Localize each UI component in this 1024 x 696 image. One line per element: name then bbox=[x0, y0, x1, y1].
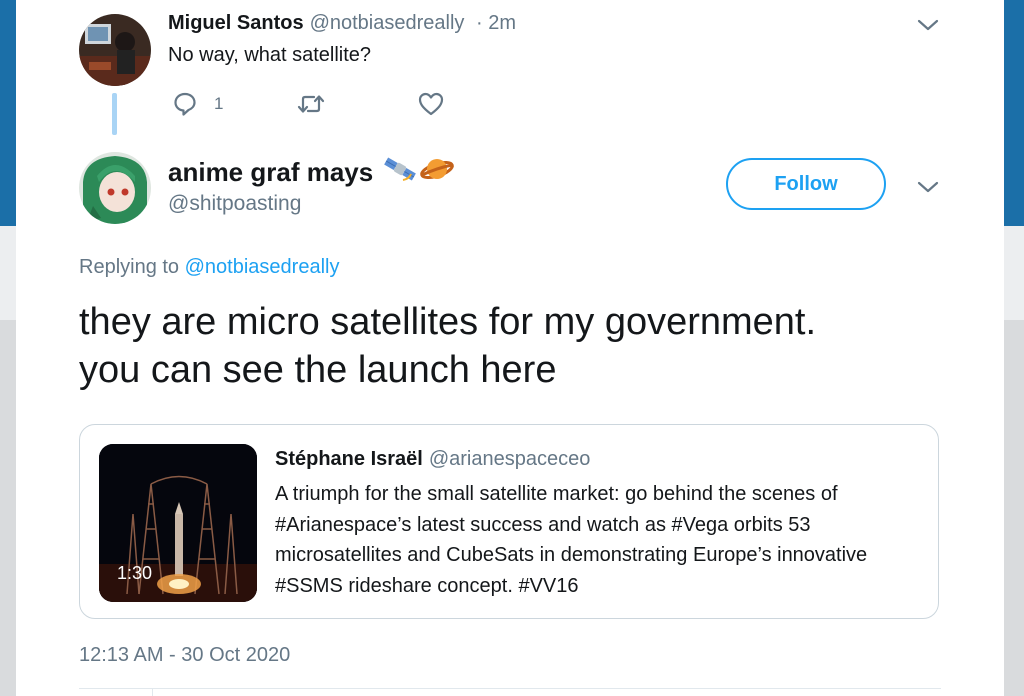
retweet-icon bbox=[297, 95, 325, 121]
video-thumbnail[interactable]: 1:30 bbox=[99, 444, 257, 602]
tweet-timestamp[interactable]: 12:13 AM - 30 Oct 2020 bbox=[79, 644, 290, 667]
quoted-tweet[interactable]: 1:30 Stéphane Israël @arianespaceceo A tr… bbox=[79, 424, 939, 619]
chevron-down-icon[interactable] bbox=[917, 180, 939, 194]
tweet-text-line: they are micro satellites for my governm… bbox=[79, 301, 817, 343]
author-handle: @notbiasedreally bbox=[309, 12, 465, 34]
avatar[interactable] bbox=[79, 14, 151, 86]
tweet-text-line: you can see the launch here bbox=[79, 349, 557, 391]
replying-to: Replying to @notbiasedreally bbox=[79, 256, 340, 278]
ringed-planet-icon bbox=[419, 154, 455, 191]
replying-to-link[interactable]: @notbiasedreally bbox=[185, 256, 340, 278]
like-button[interactable] bbox=[417, 91, 445, 117]
divider bbox=[152, 688, 153, 696]
retweet-button[interactable] bbox=[297, 91, 325, 117]
divider bbox=[79, 688, 941, 689]
reply-button[interactable] bbox=[172, 91, 198, 117]
author-name[interactable]: Miguel Santos @notbiasedreally · 2m bbox=[168, 12, 516, 35]
author-name[interactable]: anime graf mays bbox=[168, 154, 455, 191]
quoted-tweet-text: A triumph for the small satellite market… bbox=[275, 479, 925, 601]
quoted-text-line: A triumph for the small satellite market… bbox=[275, 483, 838, 505]
video-duration: 1:30 bbox=[117, 563, 153, 583]
name-emojis bbox=[383, 154, 455, 191]
quoted-text-line: #Arianespace’s latest success and watch … bbox=[275, 513, 811, 536]
satellite-icon bbox=[383, 154, 417, 191]
quoted-author-handle: @arianespaceceo bbox=[428, 448, 591, 470]
author-handle: @shitpoasting bbox=[168, 192, 302, 215]
reply-count: 1 bbox=[214, 94, 224, 113]
quoted-text-line: #SSMS rideshare concept. #VV16 bbox=[275, 574, 579, 597]
tweet-text: they are micro satellites for my governm… bbox=[79, 298, 959, 394]
thread-connector bbox=[112, 93, 117, 135]
tweet-text: No way, what satellite? bbox=[168, 44, 372, 66]
reply-icon bbox=[172, 92, 198, 121]
tweet-time: · 2m bbox=[475, 12, 516, 34]
quoted-author-name[interactable]: Stéphane Israël @arianespaceceo bbox=[275, 448, 590, 471]
heart-icon bbox=[417, 92, 445, 121]
quoted-text-line: microsatellites and CubeSats in demonstr… bbox=[275, 544, 868, 566]
follow-button[interactable]: Follow bbox=[726, 158, 886, 210]
avatar[interactable] bbox=[79, 152, 151, 224]
chevron-down-icon[interactable] bbox=[917, 18, 939, 32]
